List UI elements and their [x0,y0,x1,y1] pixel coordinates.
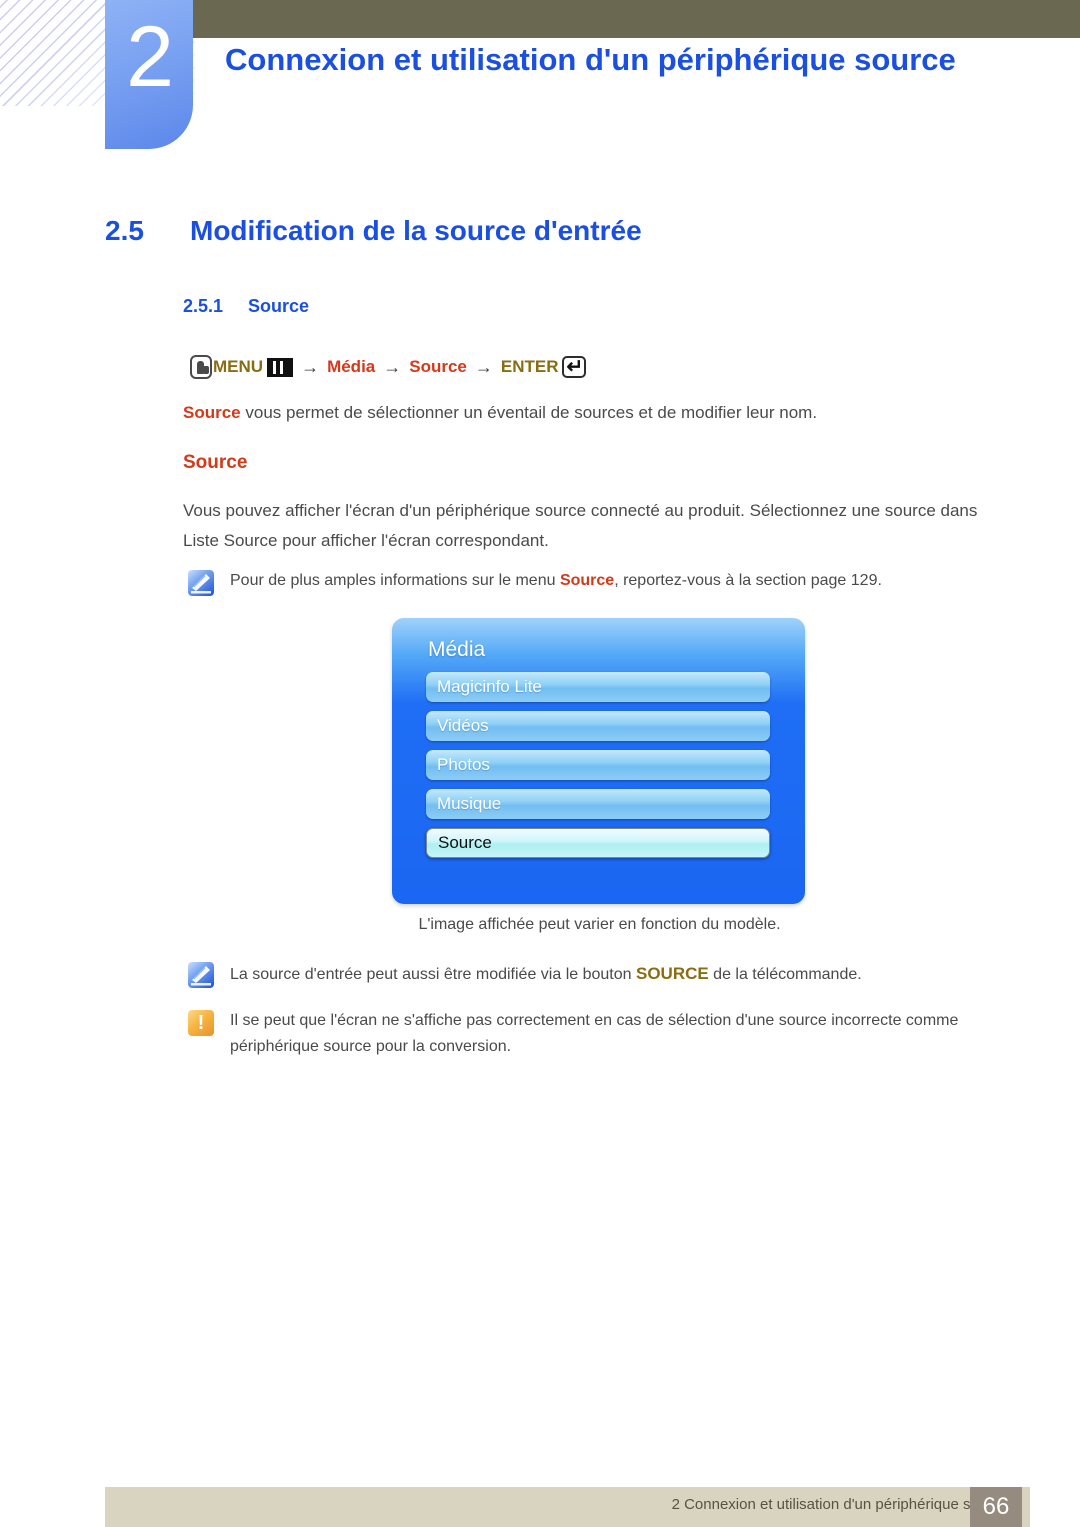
note-text: La source d'entrée peut aussi être modif… [230,960,862,988]
section-heading: 2.5 Modification de la source d'entrée [105,215,642,247]
warning-text: Il se peut que l'écran ne s'affiche pas … [230,1012,959,1055]
nav-menu-label: MENU [213,357,264,376]
subsection-title: Source [248,296,310,316]
osd-item-label: Magicinfo Lite [437,677,542,696]
section-title: Modification de la source d'entrée [190,215,642,246]
intro-highlight: Source [183,403,241,422]
note-highlight: SOURCE [635,964,709,983]
osd-item-photos[interactable]: Photos [426,750,770,780]
note-pen-icon [188,962,214,988]
source-subheading: Source [183,452,248,473]
osd-title: Média [428,638,486,661]
nav-enter-label: ENTER [500,357,559,376]
intro-paragraph: Source vous permet de sélectionner un év… [183,398,983,428]
chapter-number-block: 2 [105,0,193,149]
chapter-title: Connexion et utilisation d'un périphériq… [225,42,956,77]
note-text: Pour de plus amples informations sur le … [230,568,882,594]
note-pen-icon [188,570,214,596]
note-pre: La source d'entrée peut aussi être modif… [230,966,636,983]
menu-navigation-path: MENU → Média → Source → ENTER [190,354,586,379]
nav-arrow-3: → [474,356,493,377]
warning-note-item: Il se peut que l'écran ne s'affiche pas … [188,1008,1028,1060]
nav-item-media: Média [327,357,376,376]
osd-item-magicinfo-lite[interactable]: Magicinfo Lite [426,672,770,702]
note-post: , reportez-vous à la section page 129. [614,572,882,589]
osd-item-label: Photos [437,755,490,774]
note-highlight: Source [559,572,615,589]
osd-item-musique[interactable]: Musique [426,789,770,819]
chapter-number: 2 [126,9,174,105]
osd-item-label: Musique [437,794,502,813]
note-post: de la télécommande. [708,966,862,983]
subsection-heading: 2.5.1 Source [183,296,309,317]
description-paragraph: Vous pouvez afficher l'écran d'un périph… [183,501,978,550]
osd-item-videos[interactable]: Vidéos [426,711,770,741]
warning-icon [188,1009,214,1037]
section-number: 2.5 [105,215,144,246]
nav-arrow-2: → [383,356,402,377]
page-number: 66 [970,1487,1022,1527]
nav-arrow-1: → [301,356,320,377]
hand-pointer-icon [190,355,212,379]
menu-bars-icon [267,357,294,377]
document-page: 2 Connexion et utilisation d'un périphér… [0,0,1080,1527]
intro-rest: vous permet de sélectionner un éventail … [240,403,818,422]
osd-item-label: Vidéos [437,716,489,735]
note-item: Pour de plus amples informations sur le … [188,568,1008,596]
osd-media-menu-mockup: Média Magicinfo Lite Vidéos Photos Musiq… [392,618,805,904]
figure-caption: L'image affichée peut varier en fonction… [418,916,781,933]
osd-item-source[interactable]: Source [426,828,770,858]
note-pre: Pour de plus amples informations sur le … [230,572,560,589]
nav-item-source: Source [409,357,467,376]
subsection-number: 2.5.1 [183,296,224,316]
note-item: La source d'entrée peut aussi être modif… [188,960,1018,988]
osd-item-label: Source [438,833,492,852]
enter-key-icon [561,354,586,379]
footer-text: 2 Connexion et utilisation d'un périphér… [671,1496,1008,1513]
header-olive-bar [193,0,1080,38]
